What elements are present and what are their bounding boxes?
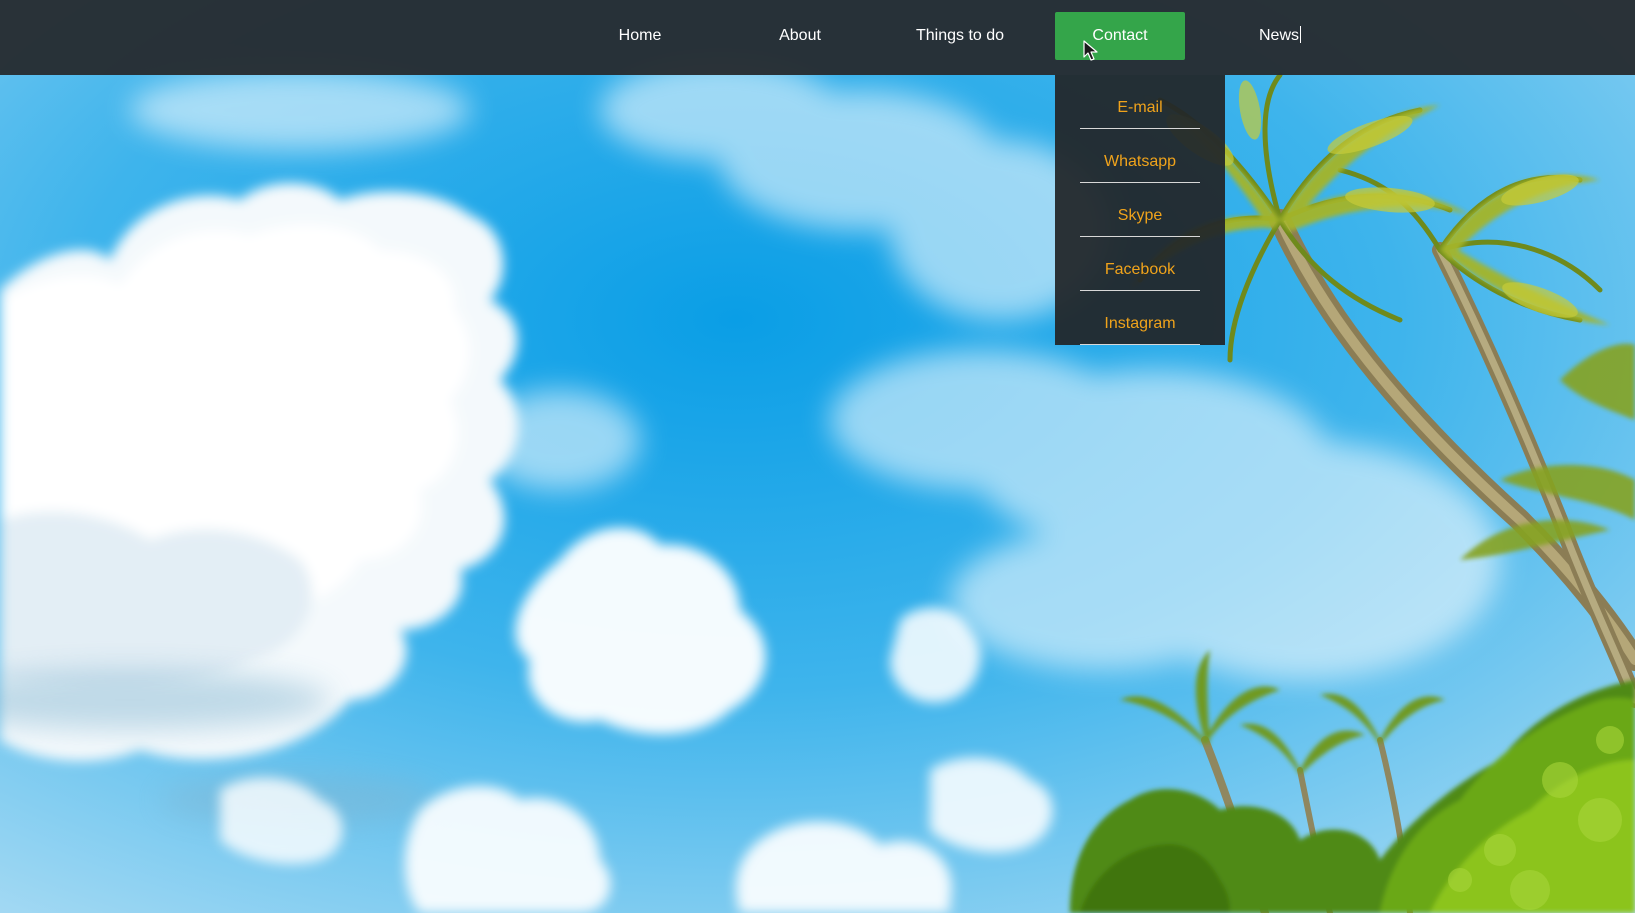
nav-item-label: About xyxy=(779,27,821,44)
nav-item-label: Contact xyxy=(1092,27,1148,44)
text-caret xyxy=(1300,26,1301,43)
dropdown-item-facebook[interactable]: Facebook xyxy=(1080,250,1200,291)
nav-item-news[interactable]: News xyxy=(1215,12,1345,60)
nav-item-about[interactable]: About xyxy=(735,12,865,60)
dropdown-item-label: Instagram xyxy=(1104,315,1176,332)
dropdown-item-label: Whatsapp xyxy=(1103,153,1177,170)
page: Home About Things to do Contact News E-m… xyxy=(0,0,1635,913)
dropdown-item-skype[interactable]: Skype xyxy=(1080,196,1200,237)
nav-item-label: Home xyxy=(618,27,662,44)
contact-dropdown-menu: E-mail Whatsapp Skype Facebook Instagram xyxy=(1055,75,1225,345)
dropdown-item-whatsapp[interactable]: Whatsapp xyxy=(1080,142,1200,183)
top-navbar: Home About Things to do Contact News xyxy=(0,0,1635,75)
dropdown-item-label: Skype xyxy=(1117,207,1163,224)
dropdown-item-label: E-mail xyxy=(1117,99,1163,116)
nav-item-home[interactable]: Home xyxy=(575,12,705,60)
background-image xyxy=(0,0,1635,913)
nav-item-label: Things to do xyxy=(915,27,1005,44)
nav-item-contact[interactable]: Contact xyxy=(1055,12,1185,60)
nav-item-things-to-do[interactable]: Things to do xyxy=(895,12,1025,60)
dropdown-item-email[interactable]: E-mail xyxy=(1080,88,1200,129)
nav-item-label: News xyxy=(1258,27,1299,44)
dropdown-item-label: Facebook xyxy=(1104,261,1176,278)
dropdown-item-instagram[interactable]: Instagram xyxy=(1080,304,1200,345)
